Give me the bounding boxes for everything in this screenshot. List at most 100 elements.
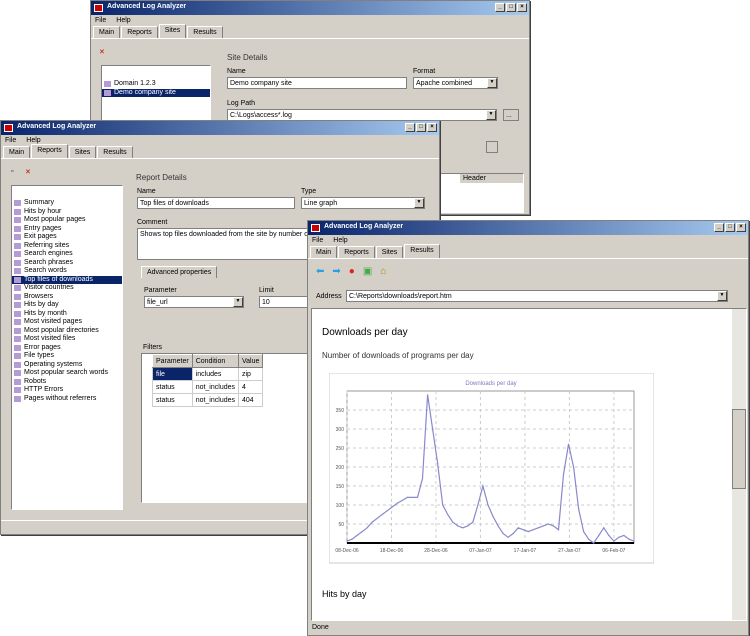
scrollbar[interactable] <box>732 309 746 620</box>
limit-input[interactable]: 10 <box>259 296 309 308</box>
maximize-button[interactable]: □ <box>725 223 735 232</box>
table-cell[interactable]: status <box>152 393 193 407</box>
tab-sites[interactable]: Sites <box>68 146 97 158</box>
delete-icon[interactable]: ✕ <box>99 48 105 56</box>
list-item[interactable]: Pages without referrers <box>12 395 122 404</box>
list-item[interactable]: Search phrases <box>12 259 122 268</box>
tab-main[interactable]: Main <box>93 26 121 38</box>
list-item[interactable]: Hits by month <box>12 310 122 319</box>
list-item[interactable]: Hits by hour <box>12 208 122 217</box>
minimize-button[interactable]: _ <box>495 3 505 12</box>
reports-list[interactable]: Summary Hits by hour Most popular pages Ent… <box>11 185 123 510</box>
tab-main[interactable]: Main <box>3 146 31 158</box>
menu-help[interactable]: Help <box>116 17 130 24</box>
list-item[interactable]: Exit pages <box>12 233 122 242</box>
scrollbar-thumb[interactable] <box>732 409 746 489</box>
table-row[interactable]: status not_includes 404 <box>152 393 264 407</box>
list-item[interactable]: Error pages <box>12 344 122 353</box>
title-bar[interactable]: Advanced Log Analyzer _ □ × <box>91 1 529 15</box>
list-item[interactable]: Most popular pages <box>12 216 122 225</box>
list-item[interactable]: File types <box>12 352 122 361</box>
tab-results[interactable]: Results <box>187 26 223 38</box>
chevron-down-icon[interactable]: ▼ <box>717 291 727 301</box>
table-cell[interactable]: includes <box>191 367 240 381</box>
list-item[interactable]: Most visited files <box>12 335 122 344</box>
format-select[interactable]: Apache combined ▼ <box>413 77 498 89</box>
table-cell[interactable]: status <box>152 380 193 394</box>
minimize-button[interactable]: _ <box>714 223 724 232</box>
menu-help[interactable]: Help <box>26 137 40 144</box>
maximize-button[interactable]: □ <box>506 3 516 12</box>
close-button[interactable]: × <box>517 3 527 12</box>
chevron-down-icon[interactable]: ▼ <box>486 110 496 120</box>
chevron-down-icon[interactable]: ▼ <box>233 297 243 307</box>
menu-file[interactable]: File <box>95 17 106 24</box>
column-header[interactable]: Value <box>237 354 264 368</box>
tab-reports[interactable]: Reports <box>338 246 375 258</box>
home-icon[interactable]: ⌂ <box>380 266 386 277</box>
chevron-down-icon[interactable]: ▼ <box>487 78 497 88</box>
tab-reports[interactable]: Reports <box>121 26 158 38</box>
list-item[interactable]: Hits by day <box>12 301 122 310</box>
minimize-button[interactable]: _ <box>405 123 415 132</box>
sites-list[interactable]: Domain 1.2.3 Demo company site <box>101 65 211 125</box>
table-cell[interactable]: not_includes <box>191 393 240 407</box>
table-cell[interactable]: file <box>152 367 193 381</box>
list-item[interactable]: Search words <box>12 267 122 276</box>
list-item[interactable]: Most popular directories <box>12 327 122 336</box>
chevron-down-icon[interactable]: ▼ <box>414 198 424 208</box>
list-item[interactable]: Demo company site <box>102 88 210 97</box>
table-row[interactable]: file includes zip <box>152 367 264 381</box>
title-bar[interactable]: Advanced Log Analyzer _ □ × <box>308 221 748 235</box>
list-item[interactable]: Domain 1.2.3 <box>102 80 210 89</box>
column-header[interactable]: Condition <box>191 354 240 368</box>
menu-file[interactable]: File <box>5 137 16 144</box>
parameter-select[interactable]: file_url ▼ <box>144 296 244 308</box>
menu-help[interactable]: Help <box>333 237 347 244</box>
maximize-button[interactable]: □ <box>416 123 426 132</box>
report-description: Number of downloads of programs per day <box>322 351 474 360</box>
new-icon[interactable]: ▫ <box>11 168 13 175</box>
list-item[interactable]: Entry pages <box>12 225 122 234</box>
list-item[interactable]: Operating systems <box>12 361 122 370</box>
close-button[interactable]: × <box>736 223 746 232</box>
table-row[interactable]: status not_includes 4 <box>152 380 264 394</box>
delete-icon[interactable]: ✕ <box>25 168 31 176</box>
list-item[interactable]: Browsers <box>12 293 122 302</box>
table-cell[interactable]: zip <box>237 367 264 381</box>
list-item[interactable]: Most popular search words <box>12 369 122 378</box>
back-icon[interactable]: ⬅ <box>316 266 324 277</box>
tab-results[interactable]: Results <box>404 244 440 258</box>
tab-sites[interactable]: Sites <box>375 246 404 258</box>
browse-button-2[interactable] <box>486 141 498 153</box>
name-input[interactable]: Demo company site <box>227 77 407 89</box>
address-input[interactable]: C:\Reports\downloads\report.htm ▼ <box>346 290 728 302</box>
tab-reports[interactable]: Reports <box>31 144 68 158</box>
type-select[interactable]: Line graph ▼ <box>301 197 425 209</box>
tab-advanced-properties[interactable]: Advanced properties <box>141 266 218 278</box>
list-item[interactable]: Summary <box>12 199 122 208</box>
tab-results[interactable]: Results <box>97 146 133 158</box>
table-cell[interactable]: 404 <box>237 393 264 407</box>
list-item[interactable]: Search engines <box>12 250 122 259</box>
stop-icon[interactable]: ● <box>349 266 355 277</box>
filters-table[interactable]: Parameter Condition Value file includes zip st… <box>141 353 311 503</box>
close-button[interactable]: × <box>427 123 437 132</box>
list-item[interactable]: Visitor countries <box>12 284 122 293</box>
browse-button[interactable]: ... <box>503 109 519 121</box>
name-input[interactable]: Top files of downloads <box>137 197 295 209</box>
column-header[interactable]: Parameter <box>152 354 193 368</box>
title-bar[interactable]: Advanced Log Analyzer _ □ × <box>1 121 439 135</box>
list-item[interactable]: HTTP Errors <box>12 386 122 395</box>
refresh-icon[interactable]: ▣ <box>363 266 372 277</box>
list-item[interactable]: Top files of downloads <box>12 275 122 284</box>
forward-icon[interactable]: ➡ <box>332 266 340 277</box>
tab-main[interactable]: Main <box>310 246 338 258</box>
list-item[interactable]: Robots <box>12 378 122 387</box>
table-cell[interactable]: 4 <box>237 380 264 394</box>
table-cell[interactable]: not_includes <box>191 380 240 394</box>
list-item[interactable]: Most visited pages <box>12 318 122 327</box>
list-item[interactable]: Referring sites <box>12 242 122 251</box>
menu-file[interactable]: File <box>312 237 323 244</box>
tab-sites[interactable]: Sites <box>158 24 187 38</box>
